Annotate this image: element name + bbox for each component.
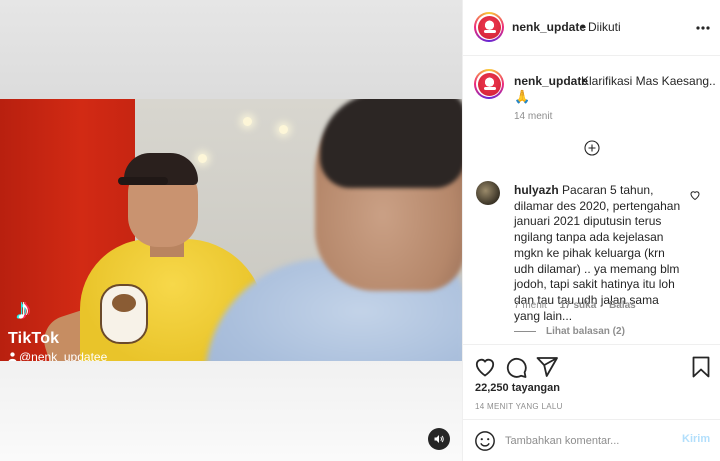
view-count[interactable]: 22,250 tayangan xyxy=(475,382,560,394)
author-username[interactable]: nenk_update xyxy=(512,20,586,34)
comment-meta: 7 menit 17 suka Balas xyxy=(514,300,646,311)
speaker-icon xyxy=(434,435,444,443)
foreground-hair xyxy=(320,99,462,188)
media-letterbox-top xyxy=(0,0,462,99)
follow-status[interactable]: Diikuti xyxy=(588,20,621,34)
caption-timestamp: 14 menit xyxy=(514,111,553,122)
shirt-print xyxy=(100,284,148,344)
comment-button[interactable] xyxy=(504,355,528,379)
view-replies-button[interactable]: Lihat balasan (2) xyxy=(514,326,625,337)
caption-emoji: 🙏 xyxy=(514,89,531,104)
load-more-comments-button[interactable] xyxy=(584,140,600,156)
more-options-button[interactable] xyxy=(693,18,713,38)
separator-dot: • xyxy=(581,20,586,34)
heart-icon xyxy=(475,358,495,377)
save-button[interactable] xyxy=(689,355,713,379)
replies-divider xyxy=(514,331,536,332)
comment-likes[interactable]: 17 suka xyxy=(560,300,597,311)
author-avatar-image xyxy=(477,15,501,39)
plus-circle-icon xyxy=(584,140,600,156)
ceiling-light xyxy=(198,154,207,163)
share-button[interactable] xyxy=(535,355,559,379)
comment-time: 7 menit xyxy=(514,300,547,311)
user-icon xyxy=(8,352,17,361)
view-replies-label: Lihat balasan (2) xyxy=(546,326,625,337)
post-header: nenk_update • Diikuti xyxy=(463,0,720,56)
ceiling-light xyxy=(243,117,252,126)
comment-reply-button[interactable]: Balas xyxy=(609,300,636,311)
author-avatar[interactable] xyxy=(474,12,504,42)
comment-like-button[interactable] xyxy=(689,188,701,201)
smile-icon xyxy=(475,431,495,451)
comment-input[interactable] xyxy=(505,431,675,451)
more-icon xyxy=(696,26,710,30)
caption-avatar-image xyxy=(477,72,501,96)
commenter-username[interactable]: hulyazh xyxy=(514,183,559,197)
comment-icon xyxy=(506,357,527,378)
caption-author-avatar[interactable] xyxy=(474,69,504,99)
post-side-panel: nenk_update • Diikuti nenk_update Klarif… xyxy=(462,0,720,461)
emoji-button[interactable] xyxy=(474,430,496,452)
tiktok-username-text: @nenk_updatee xyxy=(19,350,108,361)
caption-username[interactable]: nenk_update xyxy=(514,74,588,88)
send-icon xyxy=(536,357,558,377)
post-comment-button[interactable]: Kirim xyxy=(682,433,710,445)
comment-composer: Kirim xyxy=(463,419,720,461)
media-letterbox-bottom xyxy=(0,361,462,461)
bookmark-icon xyxy=(692,356,710,378)
shirt-print-face xyxy=(112,294,136,312)
video-frame[interactable]: ♪ TikTok @nenk_updatee xyxy=(0,99,462,361)
audio-toggle-button[interactable] xyxy=(428,428,450,450)
cap-brim xyxy=(118,177,168,185)
tiktok-logo-icon: ♪ xyxy=(16,293,31,326)
like-button[interactable] xyxy=(473,355,497,379)
post-media[interactable]: ♪ TikTok @nenk_updatee xyxy=(0,0,462,461)
heart-icon xyxy=(690,191,700,201)
post-actions xyxy=(463,344,720,378)
tiktok-label: TikTok xyxy=(8,330,60,347)
ceiling-light xyxy=(279,125,288,134)
caption-text: Klarifikasi Mas Kaesang... xyxy=(581,74,715,88)
post-time-ago[interactable]: 14 MENIT YANG LALU xyxy=(475,402,563,411)
tiktok-username: @nenk_updatee xyxy=(8,350,107,361)
commenter-avatar[interactable] xyxy=(476,181,500,205)
